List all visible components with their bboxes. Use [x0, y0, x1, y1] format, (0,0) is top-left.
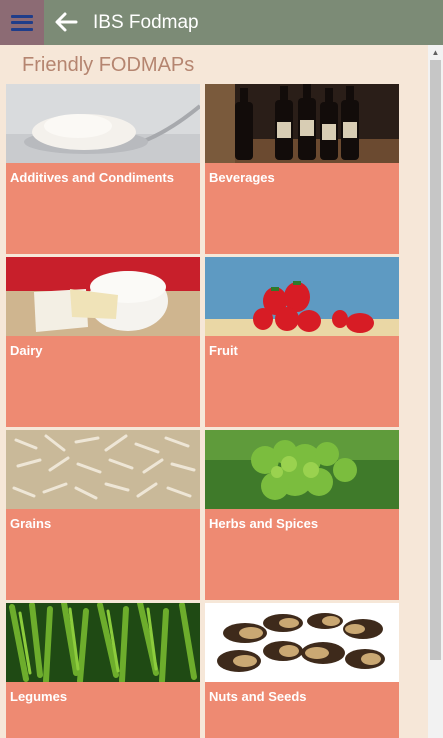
brie-cheese-photo — [6, 257, 200, 336]
category-tile-nuts[interactable]: Nuts and Seeds — [205, 603, 399, 738]
scrollbar-thumb[interactable] — [430, 60, 441, 660]
category-label: Dairy — [10, 343, 43, 358]
sugar-spoon-photo — [6, 84, 200, 163]
brazil-nuts-photo — [205, 603, 399, 682]
category-label: Legumes — [10, 689, 68, 704]
category-tile-grains[interactable]: Grains — [6, 430, 200, 600]
category-tile-beverages[interactable]: Beverages — [205, 84, 399, 254]
back-button[interactable] — [52, 9, 80, 35]
category-tile-herbs[interactable]: Herbs and Spices — [205, 430, 399, 600]
category-label: Herbs and Spices — [209, 516, 319, 531]
wine-bottles-photo — [205, 84, 399, 163]
category-label: Nuts and Seeds — [209, 689, 307, 704]
parsley-photo — [205, 430, 399, 509]
menu-button[interactable] — [0, 0, 44, 45]
page-title: Friendly FODMAPs — [22, 54, 195, 76]
title-bar: IBS Fodmap — [0, 0, 443, 45]
rice-grains-photo — [6, 430, 200, 509]
category-label: Additives and Condiments — [10, 170, 174, 185]
category-tile-legumes[interactable]: Legumes — [6, 603, 200, 738]
green-beans-photo — [6, 603, 200, 682]
category-label: Fruit — [209, 343, 238, 358]
category-label: Beverages — [209, 170, 275, 185]
back-arrow-icon — [55, 12, 78, 32]
scroll-up-arrow-icon[interactable]: ▲ — [428, 45, 443, 59]
strawberries-photo — [205, 257, 399, 336]
category-tile-additives[interactable]: Additives and Condiments — [6, 84, 200, 254]
vertical-scrollbar[interactable]: ▲ — [428, 45, 443, 738]
hamburger-menu-icon — [11, 14, 33, 31]
category-label: Grains — [10, 516, 52, 531]
category-grid: Additives and Condiments Beverages Dairy… — [6, 84, 426, 738]
app-title: IBS Fodmap — [93, 12, 199, 33]
category-tile-fruit[interactable]: Fruit — [205, 257, 399, 427]
category-tile-dairy[interactable]: Dairy — [6, 257, 200, 427]
